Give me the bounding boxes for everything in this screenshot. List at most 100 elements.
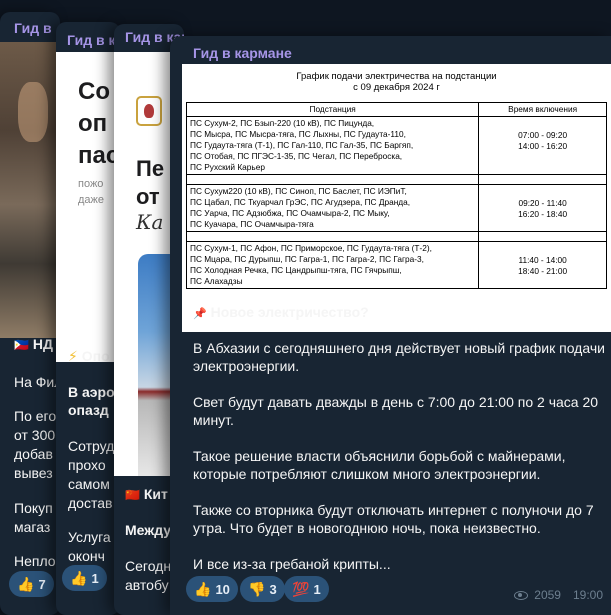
post-text-line: минут.: [193, 412, 234, 428]
lightning-icon: ⚡: [68, 348, 78, 364]
col-header-substation: Подстанция: [185, 102, 480, 117]
hundred-icon: 💯: [292, 580, 310, 597]
post-text-line: Такое решение власти объяснили борьбой с…: [193, 448, 566, 464]
post-text-line: добав: [14, 446, 53, 462]
message-card-1[interactable]: Гид в 🇵🇭 НД На Фил По его от 300 добав в…: [0, 12, 60, 615]
substation-line: ПС Гудаута-тяга (Т-1), ПС Гал-110, ПС Га…: [190, 140, 414, 150]
ad-caption: пожо: [78, 178, 104, 190]
substation-line: ПС Мцара, ПС Дурыпш, ПС Гагра-1, ПС Гагр…: [190, 254, 424, 264]
post-text-line: автобу: [125, 577, 169, 593]
reaction-thumbs-up[interactable]: 👍 1: [62, 565, 107, 591]
ad-text: Ка: [136, 210, 164, 234]
message-time: 19:00: [572, 588, 603, 602]
post-text-line: Между: [125, 522, 172, 538]
col-header-time: Время включения: [478, 102, 607, 117]
post-headline: ⚡ Опо: [68, 348, 110, 364]
message-meta: 2059 19:00: [514, 588, 603, 602]
table-header: Подстанция Время включения: [185, 102, 607, 117]
post-text-line: самом: [68, 476, 110, 492]
post-text-line: прохо: [68, 457, 106, 473]
post-text-line: которые потребляют слишком много электро…: [193, 466, 541, 482]
schedule-table: Подстанция Время включения ПС Сухум-2, П…: [185, 102, 607, 289]
reaction-count: 1: [91, 570, 99, 586]
message-card-main[interactable]: Гид в кармане График подачи электричеств…: [170, 36, 611, 615]
schedule-document-image[interactable]: График подачи электричества на подстанци…: [182, 64, 611, 332]
post-text-line: В Абхазии с сегодняшнего дня действует н…: [193, 340, 605, 356]
thumbs-up-icon: 👍: [17, 575, 35, 592]
ad-text: Со: [78, 78, 110, 105]
substation-line: ПС Сухум-1, ПС Афон, ПС Приморское, ПС Г…: [190, 243, 432, 253]
substation-line: ПС Рухский Карьер: [190, 162, 265, 172]
substation-line: ПС Алахадзы: [190, 276, 243, 286]
time-slots: 11:40 - 14:00 18:40 - 21:00: [478, 241, 607, 289]
table-row: ПС Сухум-1, ПС Афон, ПС Приморское, ПС Г…: [185, 241, 607, 289]
emblem-icon: [136, 96, 162, 126]
substation-line: ПС Отобая, ПС ПГЭС-1-35, ПС Чегал, ПС Пе…: [190, 151, 403, 161]
pushpin-icon: 📌: [193, 308, 207, 320]
eye-icon: [514, 590, 529, 600]
message-card-2[interactable]: Гид в к Со оп пас пожо даже ⚡ Опо В аэро…: [56, 22, 120, 615]
post-text-line: оконч: [68, 548, 105, 564]
reaction-hundred[interactable]: 💯 1: [284, 576, 329, 602]
post-text-line: В аэро: [68, 384, 115, 400]
table-row: ПС Сухум-2, ПС Бзып-220 (10 кВ), ПС Пицу…: [185, 116, 607, 175]
substation-line: ПС Уарча, ПС Адзюбжа, ПС Очамчыра-2, ПС …: [190, 208, 390, 218]
flag-icon: 🇨🇳: [125, 488, 140, 502]
table-spacer: [185, 231, 607, 242]
substation-line: ПС Мысра, ПС Мысра-тяга, ПС Лыхны, ПС Гу…: [190, 129, 406, 139]
post-headline: 🇵🇭 НД: [14, 336, 53, 352]
reaction-thumbs-up[interactable]: 👍 7: [9, 571, 54, 597]
post-text-line: Покуп: [14, 500, 53, 516]
reaction-count: 1: [313, 581, 321, 597]
substation-list: ПС Сухум-2, ПС Бзып-220 (10 кВ), ПС Пицу…: [185, 116, 480, 175]
table-spacer: [185, 174, 607, 185]
time-slot: 11:40 - 14:00: [518, 255, 567, 265]
thumbs-down-icon: 👎: [248, 580, 266, 597]
time-slot: 14:00 - 16:20: [518, 141, 568, 151]
channel-name[interactable]: Гид в: [14, 20, 52, 36]
post-text-line: достав: [68, 495, 113, 511]
view-count: 2059: [534, 588, 561, 602]
post-text-line: И все из-за гребаной крипты...: [193, 556, 391, 572]
channel-name[interactable]: Гид в кармане: [193, 45, 292, 61]
post-headline: 📌 Новое электричество?: [193, 304, 369, 320]
post-text-line: магаз: [14, 519, 51, 535]
post-headline: 🇨🇳 Кит: [125, 486, 168, 502]
substation-list: ПС Сухум-1, ПС Афон, ПС Приморское, ПС Г…: [185, 241, 480, 289]
reaction-count: 10: [215, 581, 230, 597]
post-text-line: Непло: [14, 553, 56, 569]
post-text-line: На Фил: [14, 374, 60, 390]
time-slots: 09:20 - 11:40 16:20 - 18:40: [478, 184, 607, 232]
substation-line: ПС Сухум-2, ПС Бзып-220 (10 кВ), ПС Пицу…: [190, 118, 375, 128]
substation-line: ПС Холодная Речка, ПС Цандрыпш-тяга, ПС …: [190, 265, 402, 275]
substation-line: ПС Цабал, ПС Ткуарчал ГрЭС, ПС Агудзера,…: [190, 197, 411, 207]
time-slot: 09:20 - 11:40: [518, 198, 567, 208]
post-text-line: электроэнергии.: [193, 358, 300, 374]
ad-text: Пе: [136, 156, 165, 181]
post-text-line: Также со вторника будут отключать интерн…: [193, 502, 594, 518]
post-text-line: Сегодн: [125, 558, 172, 574]
post-text-line: Услуга: [68, 529, 111, 545]
doc-subtitle: с 09 декабря 2024 г: [353, 82, 440, 93]
table-row: ПС Сухум220 (10 кВ), ПС Синоп, ПС Баслет…: [185, 184, 607, 232]
reaction-count: 3: [269, 581, 277, 597]
reaction-count: 7: [38, 576, 46, 592]
thumbs-up-icon: 👍: [70, 569, 88, 586]
ad-banner[interactable]: Со оп пас пожо даже: [56, 52, 120, 362]
post-text-line: Сотруд: [68, 438, 115, 454]
reaction-thumbs-up[interactable]: 👍 10: [186, 576, 238, 602]
substation-line: ПС Сухум220 (10 кВ), ПС Синоп, ПС Баслет…: [190, 186, 407, 196]
reaction-thumbs-down[interactable]: 👎 3: [240, 576, 285, 602]
post-text-line: вывез: [14, 465, 53, 481]
substation-list: ПС Сухум220 (10 кВ), ПС Синоп, ПС Баслет…: [185, 184, 480, 232]
thumbs-up-icon: 👍: [194, 580, 212, 597]
time-slot: 18:40 - 21:00: [518, 266, 568, 276]
doc-title: График подачи электричества на подстанци…: [296, 71, 497, 82]
channel-name[interactable]: Гид в к: [67, 32, 115, 48]
post-text-line: Свет будут давать дважды в день с 7:00 д…: [193, 394, 599, 410]
post-photo[interactable]: [0, 42, 60, 338]
time-slot: 16:20 - 18:40: [518, 209, 568, 219]
ad-caption: даже: [78, 194, 105, 206]
ad-text: от: [136, 184, 160, 209]
post-text-line: от 300: [14, 427, 56, 443]
